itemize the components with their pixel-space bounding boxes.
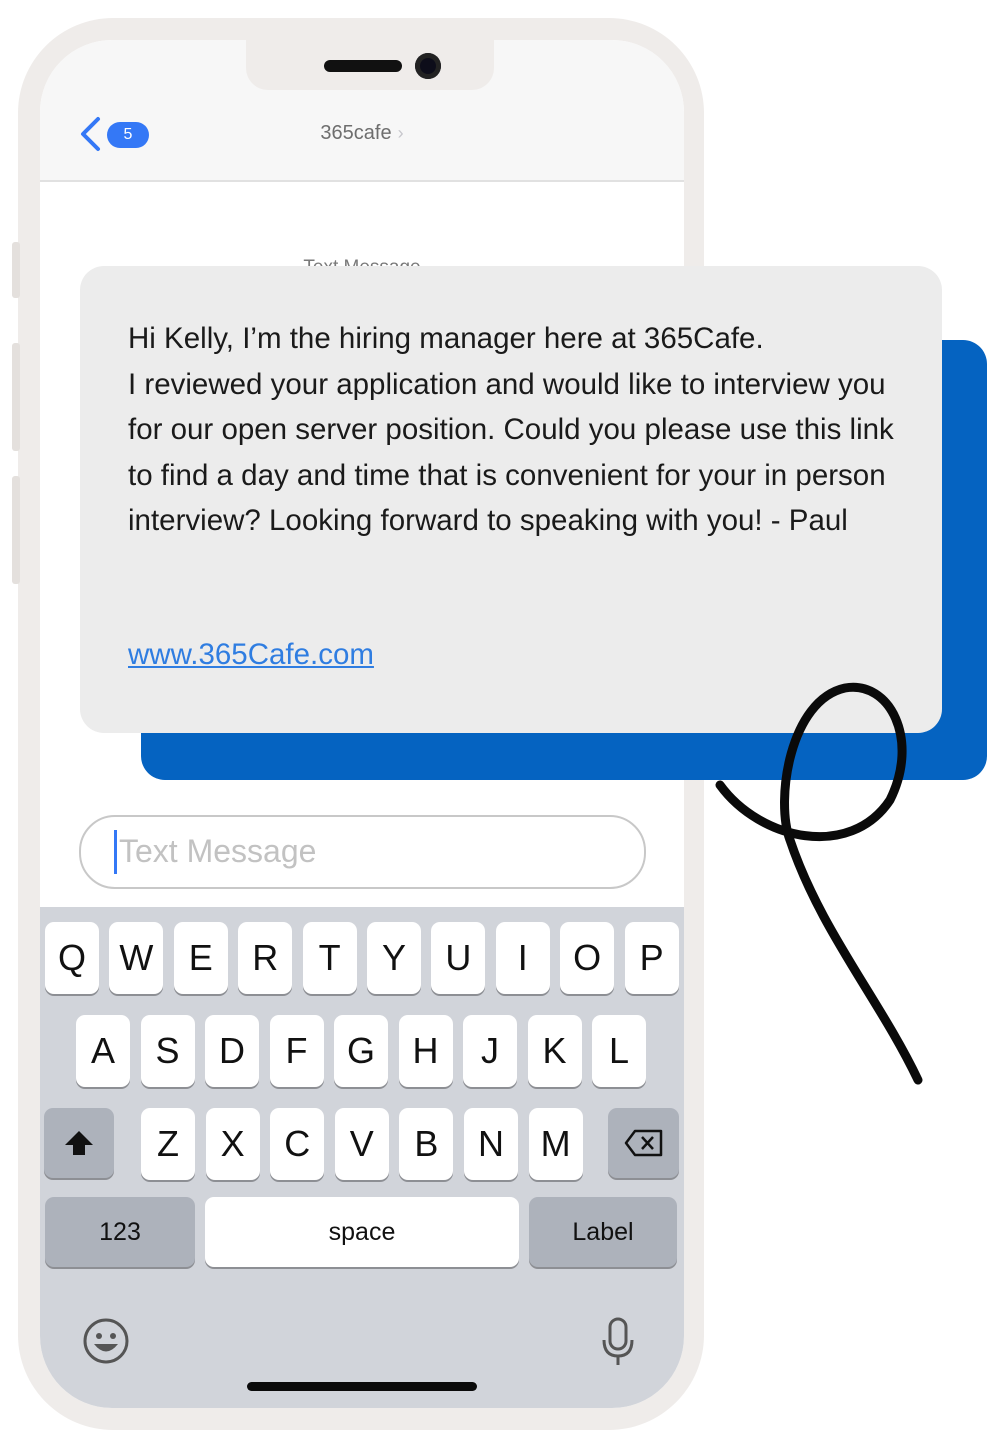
key-s[interactable]: S (140, 1015, 195, 1087)
key-v[interactable]: V (334, 1108, 389, 1180)
microphone-icon[interactable] (600, 1316, 636, 1368)
message-bubble: Hi Kelly, I’m the hiring manager here at… (80, 266, 942, 733)
delete-key[interactable] (608, 1108, 679, 1178)
key-u[interactable]: U (431, 922, 486, 994)
chevron-right-icon: › (397, 123, 404, 143)
key-n[interactable]: N (464, 1108, 518, 1180)
numbers-key[interactable]: 123 (45, 1197, 195, 1267)
side-button-volume-down (12, 476, 20, 584)
key-q[interactable]: Q (45, 922, 99, 994)
backspace-icon (624, 1129, 662, 1157)
key-p[interactable]: P (624, 922, 679, 994)
key-a[interactable]: A (76, 1015, 130, 1087)
side-button-mute (12, 242, 20, 298)
key-i[interactable]: I (495, 922, 550, 994)
notch (246, 40, 494, 90)
key-j[interactable]: J (463, 1015, 517, 1087)
shift-key[interactable] (44, 1108, 114, 1178)
camera-icon (415, 53, 441, 79)
emoji-icon[interactable] (82, 1317, 130, 1365)
key-t[interactable]: T (302, 922, 357, 994)
key-g[interactable]: G (334, 1015, 388, 1087)
contact-name: 365cafe (320, 122, 392, 144)
message-link[interactable]: www.365Cafe.com (128, 638, 374, 672)
key-k[interactable]: K (527, 1015, 582, 1087)
conversation-header: 5 365cafe › (40, 40, 684, 182)
return-key[interactable]: Label (529, 1197, 677, 1267)
key-h[interactable]: H (398, 1015, 453, 1087)
key-x[interactable]: X (205, 1108, 260, 1180)
message-text: Hi Kelly, I’m the hiring manager here at… (128, 322, 894, 537)
key-f[interactable]: F (269, 1015, 324, 1087)
key-z[interactable]: Z (141, 1108, 195, 1180)
key-c[interactable]: C (270, 1108, 325, 1180)
key-r[interactable]: R (238, 922, 293, 994)
key-b[interactable]: B (399, 1108, 454, 1180)
key-w[interactable]: W (109, 922, 164, 994)
key-y[interactable]: Y (367, 922, 421, 994)
shift-arrow-icon (65, 1131, 93, 1155)
key-o[interactable]: O (560, 922, 615, 994)
message-input[interactable]: Text Message (79, 815, 646, 889)
home-indicator (247, 1382, 477, 1391)
key-d[interactable]: D (205, 1015, 259, 1087)
contact-name-button[interactable]: 365cafe › (40, 122, 684, 145)
text-cursor (114, 830, 117, 874)
space-key[interactable]: space (205, 1197, 519, 1267)
key-m[interactable]: M (528, 1108, 583, 1180)
message-input-placeholder: Text Message (119, 833, 317, 869)
side-button-volume-up (12, 343, 20, 451)
speaker-grille (324, 60, 402, 72)
key-e[interactable]: E (173, 922, 228, 994)
key-l[interactable]: L (592, 1015, 646, 1087)
